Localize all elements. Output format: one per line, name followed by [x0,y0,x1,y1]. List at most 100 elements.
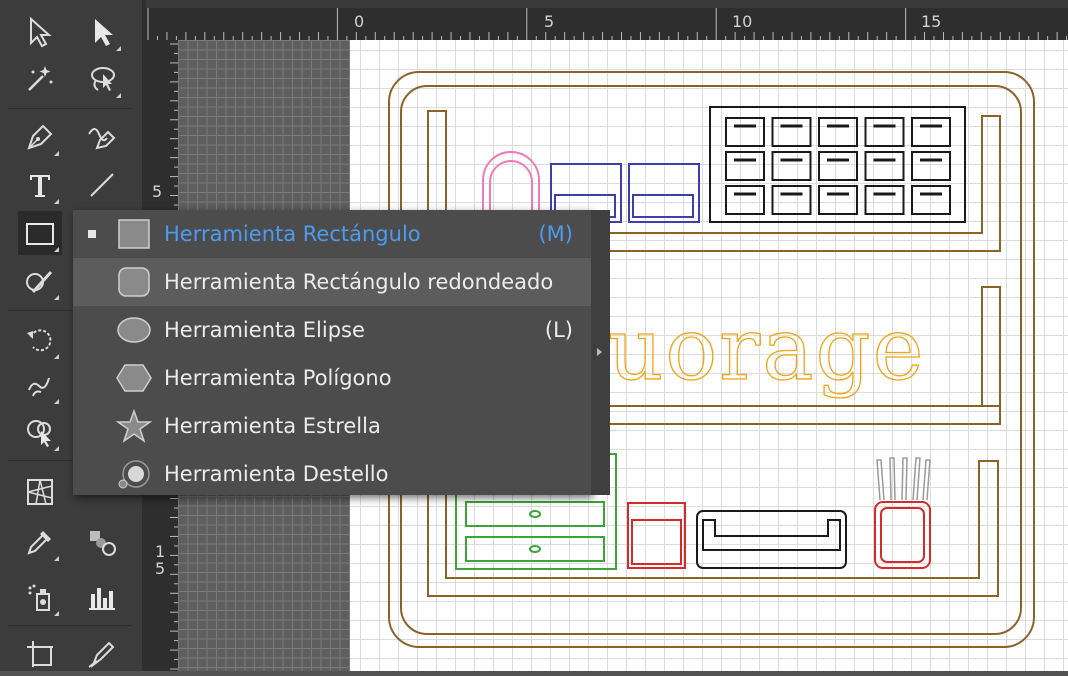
perspective-grid-tool[interactable] [18,470,62,514]
cabinet-drawer [911,185,951,215]
column-graph-icon [89,588,115,610]
cabinet-drawer [911,117,951,147]
pen-tool[interactable] [18,115,62,159]
pencils [876,457,931,501]
star-icon [115,409,153,443]
blue-box-2-front [632,194,694,218]
ruler-label-15: 15 [921,12,942,31]
magic-wand-icon [28,66,53,91]
document-tab-strip [146,0,1068,8]
eyedropper-tool[interactable] [18,520,62,564]
perspective-grid-icon [27,479,53,505]
type-icon [30,175,50,197]
vruler-label-5: 5 [152,182,163,201]
cabinet-drawer [911,151,951,181]
rectangle-icon [26,223,54,245]
type-tool[interactable] [18,163,62,207]
menu-item-polygon-tool[interactable]: Herramienta Polígono [73,354,591,402]
cabinet-drawer [725,151,765,181]
menu-item-ellipse-tool[interactable]: Herramienta Elipse (L) [73,306,591,354]
shaper-tool[interactable] [18,259,62,303]
cabinet-drawer [864,151,905,181]
artboard-tool[interactable] [18,632,62,676]
vruler-label-15b: 5 [155,559,166,578]
cabinet-drawer [725,185,765,215]
green-knob-2 [529,545,541,553]
rectangle-icon [118,219,150,249]
symbol-sprayer-icon [28,584,50,611]
green-drawer-2 [465,536,605,562]
curvature-tool[interactable] [80,115,124,159]
black-tray-inner [702,519,841,551]
rotate-icon [27,329,52,352]
slice-tool[interactable] [80,632,124,676]
shape-tools-flyout: Herramienta Rectángulo (M) Herramienta R… [73,210,591,495]
line-segment-icon [90,173,114,197]
shape-builder-icon [27,420,51,447]
menu-item-rounded-rectangle-tool[interactable]: Herramienta Rectángulo redondeado [73,258,591,306]
shelf-middle-post [981,286,1001,407]
ellipse-icon [117,317,151,343]
ruler-label-5: 5 [544,12,555,31]
cabinet-drawer [864,185,905,215]
pen-icon [27,124,53,150]
menu-item-label: Herramienta Rectángulo redondeado [164,270,554,294]
red-cabinet-door [631,519,682,565]
menu-item-shortcut: (M) [538,222,573,246]
rounded-rectangle-icon [118,267,150,297]
red-cabinet [627,502,686,569]
selection-arrow-icon [30,16,52,48]
menu-item-flare-tool[interactable]: Herramienta Destello [73,450,591,498]
cabinet-drawer [864,117,905,147]
green-knob-1 [529,510,541,518]
tear-off-arrow-icon [597,348,602,356]
horizontal-ruler[interactable]: 0 5 10 15 [146,8,1068,40]
cabinet-drawer [771,117,812,147]
ruler-label-0: 0 [354,12,365,31]
vruler-label-15a: 1 [155,542,166,561]
line-tool[interactable] [80,163,124,207]
eyedropper-icon [27,531,51,555]
magic-wand-tool[interactable] [18,57,62,101]
cabinet-drawer [818,151,858,181]
red-pot [874,501,931,569]
blue-box-2 [628,163,700,223]
cabinet-drawer [818,185,858,215]
slice-icon [88,641,115,668]
rotate-tool[interactable] [18,318,62,362]
polygon-icon [116,364,152,392]
lasso-icon [91,67,115,91]
current-tool-bullet [88,230,96,238]
storage-text: uorage [608,300,926,400]
black-tray [696,510,847,569]
blend-tool[interactable] [80,520,124,564]
menu-item-label: Herramienta Rectángulo [164,222,421,246]
curvature-pen-icon [88,128,116,150]
tear-off-handle[interactable] [591,210,610,495]
cabinet-drawer [818,117,858,147]
direct-selection-tool[interactable] [80,10,124,54]
red-pot-inner [880,507,925,563]
cabinet-drawer [725,117,765,147]
artboard-icon [27,641,53,667]
shaper-pencil-icon [26,270,53,294]
cabinet-drawer [771,185,812,215]
menu-item-star-tool[interactable]: Herramienta Estrella [73,402,591,450]
menu-item-label: Herramienta Estrella [164,414,381,438]
direct-selection-arrow-icon [95,19,113,46]
drawer-cabinet [709,106,966,223]
blend-icon [90,531,116,556]
selection-tool[interactable] [18,10,62,54]
rectangle-tool[interactable] [18,211,62,255]
menu-item-shortcut: (L) [544,318,573,342]
menu-item-label: Herramienta Polígono [164,366,392,390]
warp-tool[interactable] [18,363,62,407]
menu-item-label: Herramienta Elipse [164,318,365,342]
column-graph-tool[interactable] [80,575,124,619]
menu-item-rectangle-tool[interactable]: Herramienta Rectángulo (M) [73,210,591,258]
symbol-sprayer-tool[interactable] [18,575,62,619]
warp-icon [28,377,50,397]
green-drawer-1 [465,501,605,527]
lasso-tool[interactable] [80,57,124,101]
shape-builder-tool[interactable] [18,410,62,454]
